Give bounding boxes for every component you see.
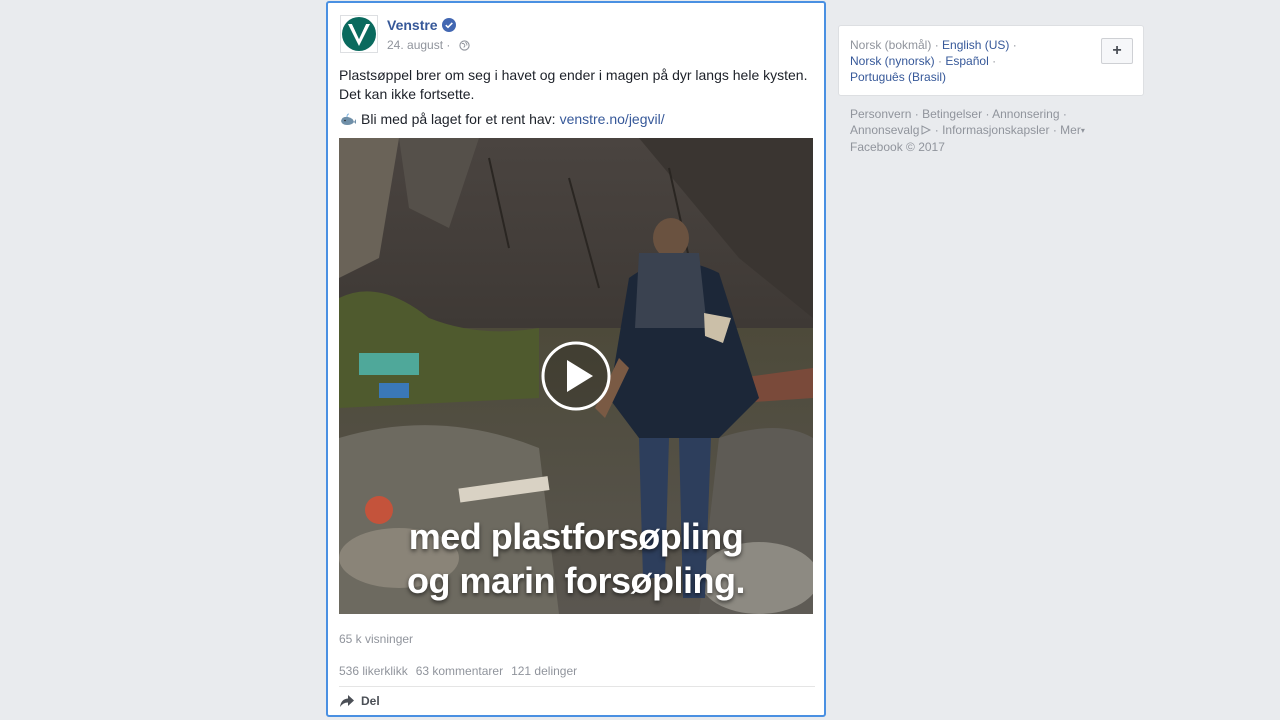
meta-separator: · [443,38,454,52]
separator: · [914,107,923,121]
share-arrow-icon [340,695,354,707]
page-avatar[interactable] [340,15,378,53]
verified-badge-icon [442,18,456,32]
post-text: Plastsøppel brer om seg i havet og ender… [339,67,808,102]
share-label: Del [361,694,380,708]
footer-link-privacy[interactable]: Personvern [850,107,911,121]
separator: · [934,38,943,52]
language-selector: Norsk (bokmål) · English (US) · Norsk (n… [838,25,1144,96]
separator: · [992,54,997,68]
play-icon[interactable] [541,341,611,411]
post-date-link[interactable]: 24. august [387,38,443,52]
action-divider [339,686,815,687]
language-option-portugues[interactable]: Português (Brasil) [850,70,946,84]
footer-link-advertising[interactable]: Annonsering [992,107,1059,121]
footer-copyright: Facebook © 2017 [850,140,945,154]
adchoices-icon [921,125,932,135]
video-caption-line2: og marin forsøpling. [407,560,746,601]
video-caption-line1: med plastforsøpling [408,516,744,557]
footer-link-adchoices[interactable]: Annonsevalg [850,123,919,137]
page-name-link[interactable]: Venstre [387,17,438,33]
caret-down-icon: ▾ [1080,126,1085,135]
separator: · [934,123,943,137]
shares-count[interactable]: 121 delinger [511,664,577,678]
language-option-espanol[interactable]: Español [945,54,988,68]
post-stats: 536 likerklikk 63 kommentarer 121 deling… [339,664,577,678]
view-count: 65 k visninger [339,632,414,646]
separator: · [1062,107,1067,121]
video-player[interactable]: med plastforsøpling og marin forsøpling. [339,138,813,614]
post-meta: 24. august · [387,38,470,52]
post-card: Venstre 24. august · Plastsøppel brer om… [326,1,826,717]
footer-link-terms[interactable]: Betingelser [922,107,982,121]
post-cta: Bli med på laget for et rent hav: venstr… [339,110,665,129]
page: Venstre 24. august · Plastsøppel brer om… [0,0,1280,720]
whale-icon [341,113,356,125]
comments-count[interactable]: 63 kommentarer [416,664,503,678]
venstre-logo-icon [342,17,376,51]
language-option-english[interactable]: English (US) [942,38,1009,52]
footer-link-cookies[interactable]: Informasjonskapsler [942,123,1049,137]
footer-link-more[interactable]: Mer [1060,123,1081,137]
share-button[interactable]: Del [339,694,380,708]
globe-icon[interactable] [459,39,470,51]
footer-links: Personvern · Betingelser · Annonsering ·… [850,106,1110,155]
language-list: Norsk (bokmål) · English (US) · Norsk (n… [850,37,1030,85]
add-language-button[interactable]: + [1101,38,1133,64]
separator: · [1012,38,1017,52]
language-option-nynorsk[interactable]: Norsk (nynorsk) [850,54,935,68]
cta-text: Bli med på laget for et rent hav: [361,111,556,127]
cta-link[interactable]: venstre.no/jegvil/ [560,110,665,129]
likes-count[interactable]: 536 likerklikk [339,664,408,678]
language-current: Norsk (bokmål) [850,38,932,52]
